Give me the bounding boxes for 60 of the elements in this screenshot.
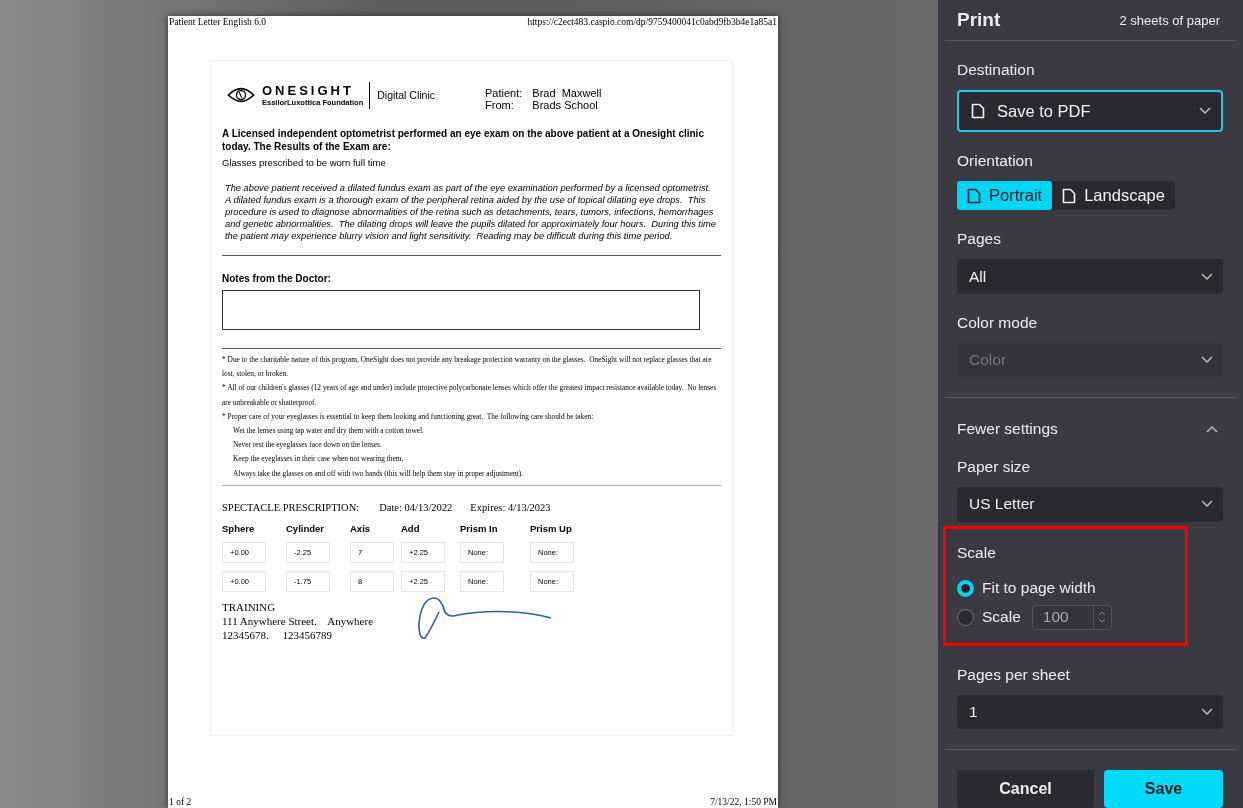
page-header: Patient Letter English 6.0 — [169, 17, 267, 27]
logo-name: ONESIGHT — [262, 83, 355, 98]
scale-field[interactable]: 100 — [1031, 604, 1112, 630]
field-label: From: — [485, 99, 515, 111]
setting-label: Pages — [957, 230, 1002, 249]
dialog-title: Print — [957, 9, 1001, 32]
dropdown[interactable]: All — [957, 259, 1223, 294]
column-header: Cylinder — [286, 522, 325, 534]
prescription-title: SPECTACLE PRESCRIPTION: — [222, 501, 360, 513]
column-header: Axis — [350, 522, 372, 534]
clinic-name: Digital Clinic — [377, 89, 436, 101]
address-line: TRAINING — [222, 599, 277, 614]
dropdown[interactable]: Save to PDF — [957, 90, 1223, 133]
orientation-option[interactable]: Portrait — [957, 181, 1053, 211]
column-header: Prism Up — [530, 522, 573, 534]
chevron-down-icon — [1201, 356, 1213, 364]
notes-title: Notes from the Doctor: — [222, 273, 332, 284]
chevron-down-icon — [1201, 707, 1213, 716]
radio-label[interactable]: Fit to page width — [982, 579, 1096, 598]
exam-result: Glasses prescribed to be worn full time — [222, 157, 387, 168]
chevron-down-icon — [1199, 107, 1211, 116]
column-header: Prism In — [460, 522, 499, 534]
setting-label: Color mode — [957, 313, 1039, 332]
chevron-up-icon — [1206, 425, 1218, 434]
chevron-down-icon — [1201, 500, 1213, 509]
print-timestamp: 7/13/22, 1:50 PM — [710, 797, 777, 807]
settings-toggle[interactable]: Fewer settings — [957, 420, 1223, 439]
dropdown[interactable]: 1 — [957, 694, 1223, 729]
document-icon — [1062, 187, 1077, 204]
exam-note: The above patient received a dilated fundus exam as part of the eye examination performed by a licensed optometrist. A dilated fundus exam is a thorough exam of the peripheral retina aided by the use of topical dilating eye drops. This procedure is used to diagnose abnormalities of the retina such as detachments, tears, tumors, infections, hemorrhages and genetic abnormalities. The dilating drops will leave the pupils dilated for approximately four hours. During this time the patient may experience blurry vision and light sensitivity. Reading may be difficult during this time period. — [224, 182, 717, 242]
orientation-option[interactable]: Landscape — [1052, 181, 1175, 211]
radio-label[interactable]: Scale — [982, 608, 1021, 627]
setting-label: Pages per sheet — [957, 665, 1071, 684]
setting-label: Paper size — [957, 458, 1032, 477]
setting-label: Scale — [957, 543, 997, 562]
cancel-button[interactable]: Cancel — [957, 770, 1094, 808]
chevron-down-icon — [1201, 272, 1213, 281]
sheet-count: 2 sheets of paper — [1119, 12, 1220, 28]
radio-button[interactable] — [957, 579, 974, 597]
stepper-icon[interactable] — [1098, 610, 1107, 625]
eye-logo-icon — [227, 86, 255, 104]
column-header: Sphere — [222, 522, 256, 534]
address-line: 111 Anywhere Street. Anywhere — [222, 613, 373, 628]
patient-name: Brad Maxwell — [532, 87, 602, 99]
expiry-date: Expires: 4/13/2023 — [470, 501, 551, 513]
setting-label: Destination — [957, 61, 1036, 80]
page-url: https://c2ect483.caspio.com/dp/9759400041c0abd9fb3b4e1a85a1 — [527, 17, 777, 27]
page-number: 1 of 2 — [169, 797, 192, 807]
prescription-date: Date: 04/13/2022 — [379, 501, 453, 513]
dropdown[interactable]: US Letter — [957, 487, 1223, 522]
document-icon — [967, 187, 981, 204]
letter-heading: A Licensed independent optometrist performed an eye exam on the above patient at a Onesight clinic today. The Results of the Exam are: — [222, 127, 705, 153]
document-icon — [971, 103, 985, 120]
field-label: Patient: — [485, 87, 523, 99]
setting-label: Orientation — [957, 152, 1034, 171]
address-line: 12345678. 123456789 — [222, 627, 333, 642]
column-header: Add — [401, 522, 421, 534]
school-name: Brads School — [532, 99, 599, 111]
save-button[interactable]: Save — [1104, 770, 1223, 808]
radio-button[interactable] — [957, 608, 974, 626]
